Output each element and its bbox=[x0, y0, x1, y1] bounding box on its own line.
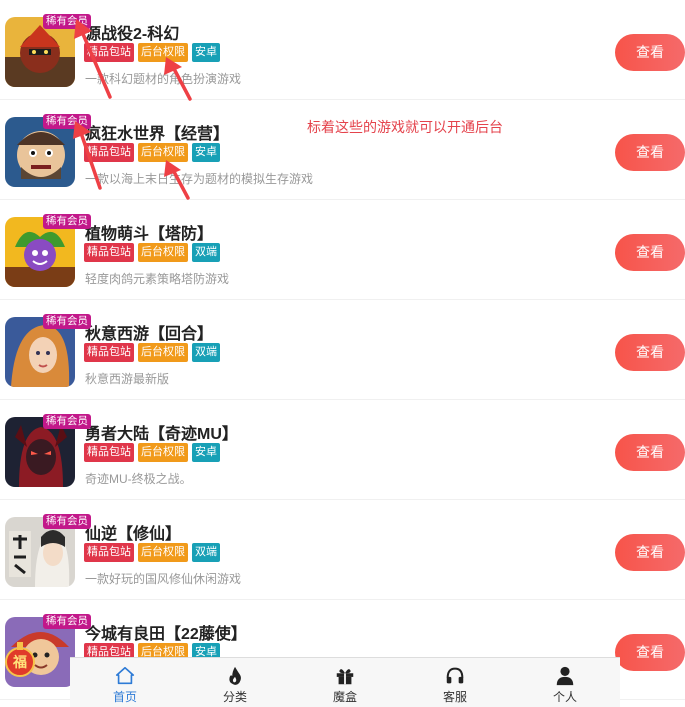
gift-icon bbox=[336, 669, 354, 685]
tag-label: 后台权限 bbox=[138, 443, 188, 462]
view-button[interactable]: 查看 bbox=[615, 34, 685, 71]
view-button[interactable]: 查看 bbox=[615, 634, 685, 671]
home-icon bbox=[115, 666, 135, 685]
tag-group: 精品包站 后台权限 双端 bbox=[84, 343, 220, 362]
tag-label: 双端 bbox=[192, 343, 220, 362]
view-button[interactable]: 查看 bbox=[615, 434, 685, 471]
annotation-arrow bbox=[164, 57, 192, 101]
view-button[interactable]: 查看 bbox=[615, 534, 685, 571]
tag-group: 精品包站 后台权限 双端 bbox=[84, 543, 220, 562]
lucky-badge-icon[interactable]: 福 bbox=[5, 640, 35, 680]
vip-badge: 稀有会员 bbox=[43, 214, 91, 229]
tab-support[interactable]: 客服 bbox=[400, 658, 510, 707]
vip-badge: 稀有会员 bbox=[43, 614, 91, 629]
tab-home[interactable]: 首页 bbox=[70, 658, 180, 707]
tag-label: 后台权限 bbox=[138, 343, 188, 362]
annotation-arrow bbox=[164, 160, 190, 200]
game-description: 轻度肉鸽元素策略塔防游戏 bbox=[85, 272, 230, 286]
tab-label: 首页 bbox=[112, 690, 137, 704]
tag-label: 后台权限 bbox=[138, 543, 188, 562]
game-description: 秋意西游最新版 bbox=[85, 372, 170, 386]
headset-icon bbox=[446, 667, 464, 684]
view-button[interactable]: 查看 bbox=[615, 234, 685, 271]
game-description: 奇迹MU-终极之战。 bbox=[85, 472, 192, 486]
bottom-tab-bar: 首页 分类 魔盒 客服 个人 bbox=[70, 657, 620, 707]
tag-label: 安卓 bbox=[192, 143, 220, 162]
vip-badge: 稀有会员 bbox=[43, 314, 91, 329]
tag-label: 双端 bbox=[192, 543, 220, 562]
tag-label: 安卓 bbox=[192, 443, 220, 462]
tab-profile[interactable]: 个人 bbox=[510, 658, 620, 707]
game-row[interactable]: 稀有会员 仙逆【修仙】 精品包站 后台权限 双端 一款好玩的国风修仙休闲游戏 查… bbox=[0, 500, 685, 600]
game-title: 今城有良田【22藤使】 bbox=[85, 626, 247, 643]
game-title: 秋意西游【回合】 bbox=[85, 326, 214, 343]
tab-magic-box[interactable]: 魔盒 bbox=[290, 658, 400, 707]
view-button[interactable]: 查看 bbox=[615, 134, 685, 171]
tag-label: 精品包站 bbox=[84, 343, 134, 362]
user-icon bbox=[556, 666, 574, 686]
game-title: 仙逆【修仙】 bbox=[85, 526, 182, 543]
fire-icon bbox=[229, 666, 241, 685]
annotation-arrow bbox=[73, 121, 102, 190]
svg-text:福: 福 bbox=[12, 654, 27, 671]
game-row[interactable]: 稀有会员 勇者大陆【奇迹MU】 精品包站 后台权限 安卓 奇迹MU-终极之战。 … bbox=[0, 400, 685, 500]
vip-badge: 稀有会员 bbox=[43, 514, 91, 529]
game-row[interactable]: 稀有会员 秋意西游【回合】 精品包站 后台权限 双端 秋意西游最新版 查看 bbox=[0, 300, 685, 400]
tag-label: 精品包站 bbox=[84, 543, 134, 562]
tag-group: 精品包站 后台权限 双端 bbox=[84, 243, 220, 262]
tag-label: 后台权限 bbox=[138, 243, 188, 262]
annotation-text: 标着这些的游戏就可以开通后台 bbox=[307, 119, 503, 135]
annotation-arrow bbox=[74, 19, 112, 99]
tag-label: 精品包站 bbox=[84, 243, 134, 262]
tab-label: 客服 bbox=[442, 690, 467, 704]
game-description: 一款好玩的国风修仙休闲游戏 bbox=[85, 572, 242, 586]
game-title: 勇者大陆【奇迹MU】 bbox=[85, 426, 238, 443]
game-row[interactable]: 稀有会员 植物萌斗【塔防】 精品包站 后台权限 双端 轻度肉鸽元素策略塔防游戏 … bbox=[0, 200, 685, 300]
view-button[interactable]: 查看 bbox=[615, 334, 685, 371]
tab-label: 个人 bbox=[552, 690, 577, 704]
tag-group: 精品包站 后台权限 安卓 bbox=[84, 443, 220, 462]
game-list: 稀有会员 源战役2-科幻 精品包站 后台权限 安卓 一款科幻题材的角色扮演游戏 … bbox=[0, 0, 685, 700]
tab-category[interactable]: 分类 bbox=[180, 658, 290, 707]
tab-label: 魔盒 bbox=[332, 690, 357, 704]
tag-label: 精品包站 bbox=[84, 443, 134, 462]
vip-badge: 稀有会员 bbox=[43, 414, 91, 429]
tag-label: 双端 bbox=[192, 243, 220, 262]
game-title: 植物萌斗【塔防】 bbox=[85, 226, 214, 243]
game-description: 一款以海上末日生存为题材的模拟生存游戏 bbox=[85, 172, 314, 186]
tab-label: 分类 bbox=[222, 690, 247, 704]
